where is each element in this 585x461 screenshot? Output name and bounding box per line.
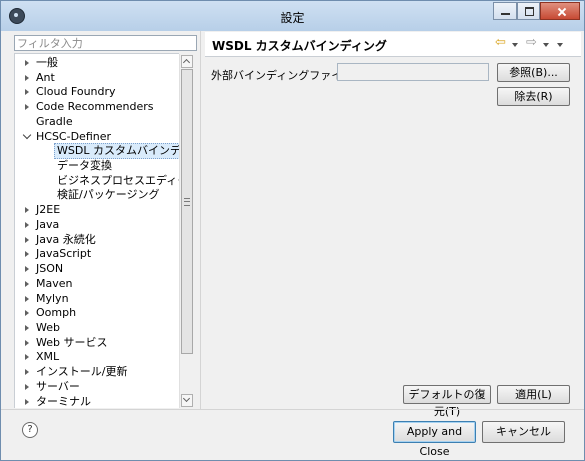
tree-item-label: Oomph [36,306,77,320]
tree-item[interactable]: Mylyn [15,292,179,306]
forward-arrow-icon[interactable]: ⇨ [526,36,537,49]
collapsed-arrow-icon[interactable] [25,339,29,346]
cancel-button[interactable]: キャンセル [482,421,565,443]
tree-item-label: ターミナル [36,394,91,408]
tree-item-label: Cloud Foundry [36,85,116,99]
tree-item[interactable]: JavaScript [15,247,179,261]
scroll-down-button[interactable] [181,394,193,407]
tree-item-label: WSDL カスタムバインディング [54,143,179,160]
collapsed-arrow-icon[interactable] [25,369,29,376]
tree-item[interactable]: 検証/パッケージング [15,188,179,202]
collapsed-arrow-icon[interactable] [25,221,29,228]
tree-scrollbar[interactable] [179,54,194,408]
tree-item[interactable]: Maven [15,277,179,291]
view-menu-dropdown-icon[interactable] [557,43,563,47]
minimize-button[interactable] [493,2,517,20]
remove-button[interactable]: 除去(R) [497,87,570,106]
tree-item-label: ビジネスプロセスエディタ [57,173,179,187]
tree-item-label: Maven [36,276,73,290]
tree-item-label: J2EE [36,203,61,217]
apply-and-close-button[interactable]: Apply and Close [393,421,476,458]
collapsed-arrow-icon[interactable] [25,89,29,96]
collapsed-arrow-icon[interactable] [25,398,29,405]
tree-item[interactable]: ビジネスプロセスエディタ [15,174,179,188]
tree-item[interactable]: Gradle [15,115,179,129]
tree-item-label: データ変換 [57,159,112,173]
scroll-thumb[interactable] [181,69,193,354]
tree-item[interactable]: Oomph [15,306,179,320]
tree-item-label: 検証/パッケージング [57,188,160,202]
tree-item[interactable]: JSON [15,262,179,276]
maximize-button[interactable] [517,2,540,20]
tree-item[interactable]: データ変換 [15,159,179,173]
binding-file-field[interactable] [337,63,489,81]
collapsed-arrow-icon[interactable] [25,104,29,111]
collapsed-arrow-icon[interactable] [25,60,29,66]
collapsed-arrow-icon[interactable] [25,266,29,273]
tree-item-label: Mylyn [36,291,69,305]
preferences-dialog: 設定 一般AntCloud FoundryCode RecommendersGr… [0,0,585,461]
page-title: WSDL カスタムバインディング [212,39,387,53]
tree-item[interactable]: J2EE [15,203,179,217]
close-button[interactable] [540,2,580,20]
help-icon[interactable]: ? [22,422,38,438]
tree-item-label: JavaScript [36,247,92,261]
filter-input[interactable] [14,35,197,51]
collapsed-arrow-icon[interactable] [25,236,29,243]
tree-item-label: Web [36,320,60,334]
footer-divider [1,409,584,410]
tree-item[interactable]: Web サービス [15,336,179,350]
apply-button[interactable]: 適用(L) [497,385,570,404]
tree-item[interactable]: ターミナル [15,395,179,408]
collapsed-arrow-icon[interactable] [25,74,29,81]
pane-sash[interactable] [200,31,201,409]
tree-item-label: Code Recommenders [36,100,154,114]
tree-item[interactable]: サーバー [15,380,179,394]
collapsed-arrow-icon[interactable] [25,207,29,214]
collapsed-arrow-icon[interactable] [25,354,29,361]
browse-button[interactable]: 参照(B)... [497,63,570,82]
tree-item-label: インストール/更新 [36,365,128,379]
tree-item[interactable]: HCSC-Definer [15,130,179,144]
tree-item[interactable]: Cloud Foundry [15,85,179,99]
scroll-up-button[interactable] [181,55,193,68]
tree-item-label: Java 永続化 [36,232,96,246]
tree-item[interactable]: Java [15,218,179,232]
tree-item-label: サーバー [36,379,80,393]
tree-item[interactable]: インストール/更新 [15,365,179,379]
tree-item-label: Gradle [36,114,73,128]
tree-item-label: Web サービス [36,335,108,349]
collapsed-arrow-icon[interactable] [25,251,29,258]
restore-defaults-button[interactable]: デフォルトの復元(T) [403,385,491,418]
tree-item[interactable]: Web [15,321,179,335]
grip-icon [184,198,190,206]
back-history-dropdown-icon[interactable] [512,43,518,47]
collapsed-arrow-icon[interactable] [25,324,29,331]
tree-item[interactable]: WSDL カスタムバインディング [15,143,179,160]
tree-item[interactable]: 一般 [15,56,179,70]
tree-item[interactable]: XML [15,350,179,364]
tree-item-label: HCSC-Definer [36,129,112,143]
back-arrow-icon[interactable]: ⇦ [495,36,506,49]
tree-item-label: 一般 [36,56,58,69]
tree-item[interactable]: Java 永続化 [15,233,179,247]
tree-item-label: XML [36,350,60,364]
collapsed-arrow-icon[interactable] [25,295,29,302]
collapsed-arrow-icon[interactable] [25,280,29,287]
collapsed-arrow-icon[interactable] [25,310,29,317]
page-header: WSDL カスタムバインディング ⇦ ⇨ [205,32,581,57]
tree-item[interactable]: Code Recommenders [15,100,179,114]
tree-item-label: Java [36,217,60,231]
forward-history-dropdown-icon[interactable] [543,43,549,47]
tree-item-label: JSON [36,262,64,276]
tree-item-label: Ant [36,70,55,84]
tree-item[interactable]: Ant [15,71,179,85]
collapsed-arrow-icon[interactable] [25,383,29,390]
title-bar: 設定 [1,1,584,31]
preferences-tree: 一般 Ant Cloud Foundry Code Recommenders Gradl… [14,53,179,408]
expanded-arrow-icon[interactable] [22,130,32,139]
